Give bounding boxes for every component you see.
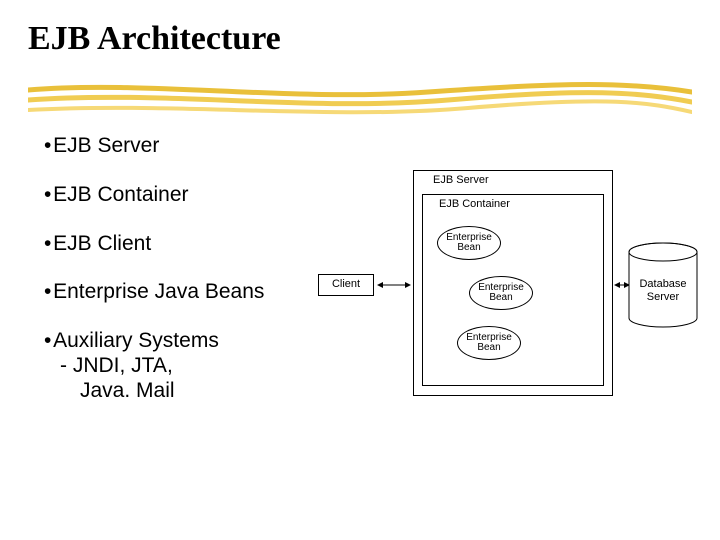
slide-title: EJB Architecture [28,20,281,58]
bullet-text: Enterprise Java Beans [53,280,264,303]
enterprise-bean-1: Enterprise Bean [437,226,501,260]
bullet-subtext: - JNDI, JTA, [60,354,173,377]
database-cylinder: Database Server [627,242,699,328]
bullet-item: • Enterprise Java Beans [44,280,284,305]
bullet-text: Auxiliary Systems [53,329,219,352]
bullet-text: EJB Container [53,183,188,206]
slide: EJB Architecture • EJB Server • EJB Cont… [0,0,720,540]
arrow-client-server-icon [374,278,414,292]
bullet-text: EJB Server [53,134,159,157]
client-box: Client [318,274,374,296]
enterprise-bean-3: Enterprise Bean [457,326,521,360]
bullet-item: • Auxiliary Systems - JNDI, JTA, Java. M… [44,329,284,403]
ejb-server-label: EJB Server [433,174,489,186]
bullet-list: • EJB Server • EJB Container • EJB Clien… [44,134,284,427]
bullet-item: • EJB Server [44,134,284,159]
architecture-diagram: Client EJB Server EJB Container Enterpri… [309,170,709,410]
bullet-subtext: Java. Mail [80,379,175,402]
database-label: Database Server [627,278,699,303]
bullet-text: EJB Client [53,232,151,255]
ejb-container-label: EJB Container [439,198,510,210]
title-underline [28,78,692,122]
enterprise-bean-2: Enterprise Bean [469,276,533,310]
bullet-item: • EJB Client [44,232,284,257]
bullet-item: • EJB Container [44,183,284,208]
